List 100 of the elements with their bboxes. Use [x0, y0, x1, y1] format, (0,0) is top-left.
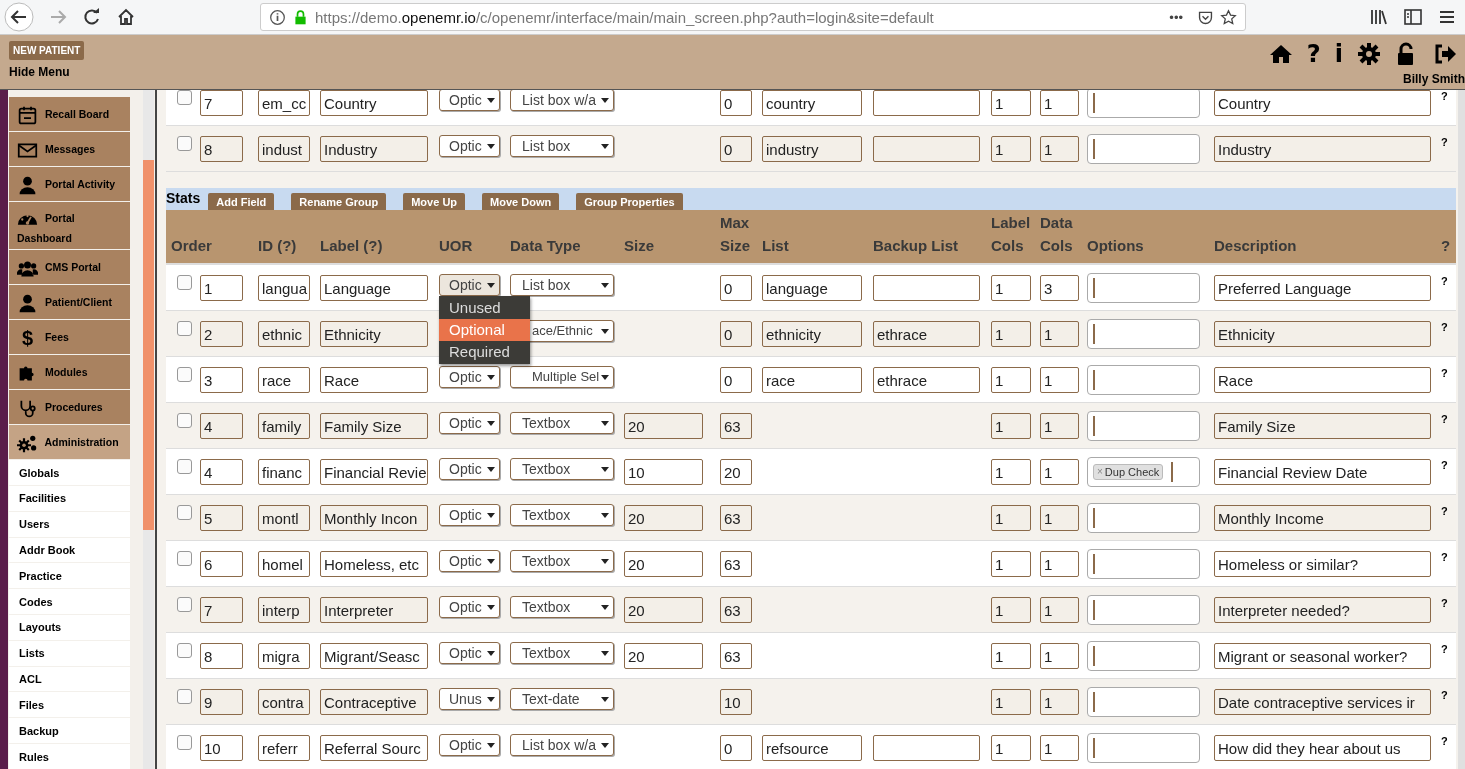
- id-field[interactable]: ethnic: [258, 320, 310, 347]
- max-size-field[interactable]: 0: [720, 320, 752, 347]
- data-type-select[interactable]: List box w/a: [510, 90, 614, 111]
- back-icon[interactable]: [4, 2, 34, 32]
- more-button[interactable]: •••: [1169, 9, 1183, 25]
- size-field[interactable]: 20: [624, 412, 703, 439]
- help-link[interactable]: ?: [1441, 505, 1448, 517]
- options-field[interactable]: [1087, 410, 1200, 441]
- max-size-field[interactable]: 63: [720, 412, 752, 439]
- description-field[interactable]: Family Size: [1214, 412, 1431, 439]
- submenu-item[interactable]: Files: [9, 692, 130, 718]
- hide-menu-link[interactable]: Hide Menu: [9, 65, 70, 79]
- options-field[interactable]: [1087, 502, 1200, 533]
- backup-list-field[interactable]: [873, 135, 980, 162]
- label-field[interactable]: Family Size: [320, 412, 428, 439]
- data-cols-field[interactable]: 1: [1040, 90, 1079, 116]
- size-field[interactable]: 20: [624, 550, 703, 577]
- id-field[interactable]: financ: [258, 458, 310, 485]
- checkbox[interactable]: [177, 367, 192, 382]
- data-type-select[interactable]: Multiple Sel: [510, 365, 614, 388]
- description-field[interactable]: Country: [1214, 90, 1431, 116]
- label-field[interactable]: Migrant/Seasc: [320, 642, 428, 669]
- data-cols-field[interactable]: 1: [1040, 320, 1079, 347]
- checkbox[interactable]: [177, 643, 192, 658]
- checkbox[interactable]: [177, 597, 192, 612]
- reload-icon[interactable]: [82, 7, 102, 27]
- checkbox[interactable]: [177, 459, 192, 474]
- address-bar[interactable]: https://demo.openemr.io/c/openemr/interface/main/main_screen.php?auth=login&site=default •••: [260, 3, 1246, 31]
- description-field[interactable]: Homeless or similar?: [1214, 550, 1431, 577]
- checkbox[interactable]: [177, 413, 192, 428]
- data-type-select[interactable]: Textbox: [510, 595, 614, 618]
- order-field[interactable]: 2: [200, 320, 243, 347]
- help-link[interactable]: ?: [1441, 367, 1448, 379]
- label-field[interactable]: Country: [320, 90, 428, 116]
- data-cols-field[interactable]: 1: [1040, 642, 1079, 669]
- menu-item[interactable]: Patient/Client: [9, 285, 130, 320]
- options-field[interactable]: × Dup Check: [1087, 456, 1200, 487]
- description-field[interactable]: Interpreter needed?: [1214, 596, 1431, 623]
- menu-item[interactable]: Portal Dashboard: [9, 202, 130, 250]
- data-cols-field[interactable]: 1: [1040, 688, 1079, 715]
- id-field[interactable]: race: [258, 366, 310, 393]
- max-size-field[interactable]: 63: [720, 642, 752, 669]
- id-field[interactable]: indust: [258, 135, 310, 162]
- data-cols-field[interactable]: 1: [1040, 596, 1079, 623]
- options-field[interactable]: [1087, 594, 1200, 625]
- label-field[interactable]: Financial Revie: [320, 458, 428, 485]
- info-icon[interactable]: i: [1334, 42, 1343, 66]
- settings-icon[interactable]: [1357, 42, 1381, 66]
- submenu-item[interactable]: ACL: [9, 666, 130, 692]
- menu-option[interactable]: Unused: [439, 297, 530, 319]
- max-size-field[interactable]: 0: [720, 366, 752, 393]
- data-cols-field[interactable]: 1: [1040, 135, 1079, 162]
- checkbox[interactable]: [177, 321, 192, 336]
- order-field[interactable]: 8: [200, 642, 243, 669]
- uor-select[interactable]: Optic: [439, 273, 500, 296]
- checkbox[interactable]: [177, 735, 192, 750]
- description-field[interactable]: Ethnicity: [1214, 320, 1431, 347]
- options-field[interactable]: [1087, 272, 1200, 303]
- order-field[interactable]: 7: [200, 90, 243, 116]
- max-size-field[interactable]: 0: [720, 274, 752, 301]
- id-field[interactable]: langua: [258, 274, 310, 301]
- backup-list-field[interactable]: ethrace: [873, 366, 980, 393]
- description-field[interactable]: Race: [1214, 366, 1431, 393]
- group-button[interactable]: Add Field: [208, 193, 275, 210]
- data-cols-field[interactable]: 1: [1040, 504, 1079, 531]
- checkbox[interactable]: [177, 275, 192, 290]
- label-field[interactable]: Language: [320, 274, 428, 301]
- menu-item[interactable]: Modules: [9, 355, 130, 390]
- uor-select[interactable]: Optic: [439, 733, 500, 756]
- backup-list-field[interactable]: [873, 274, 980, 301]
- menu-item[interactable]: CMS Portal: [9, 250, 130, 285]
- label-field[interactable]: Industry: [320, 135, 428, 162]
- help-link[interactable]: ?: [1441, 643, 1448, 655]
- description-field[interactable]: How did they hear about us: [1214, 734, 1431, 761]
- id-field[interactable]: homel: [258, 550, 310, 577]
- id-field[interactable]: family: [258, 412, 310, 439]
- menu-item[interactable]: Messages: [9, 132, 130, 166]
- data-type-select[interactable]: Textbox: [510, 411, 614, 434]
- label-field[interactable]: Monthly Incon: [320, 504, 428, 531]
- options-field[interactable]: [1087, 732, 1200, 763]
- id-field[interactable]: em_cc: [258, 90, 310, 116]
- home-icon[interactable]: [116, 7, 136, 27]
- group-button[interactable]: Rename Group: [291, 193, 387, 210]
- help-link[interactable]: ?: [1441, 597, 1448, 609]
- submenu-item[interactable]: Users: [9, 511, 130, 537]
- group-button[interactable]: Group Properties: [576, 193, 683, 210]
- order-field[interactable]: 1: [200, 274, 243, 301]
- id-field[interactable]: contra: [258, 688, 310, 715]
- max-size-field[interactable]: 10: [720, 688, 752, 715]
- user-name[interactable]: Billy Smith: [1403, 72, 1465, 86]
- uor-select[interactable]: Optic: [439, 503, 500, 526]
- label-cols-field[interactable]: 1: [991, 734, 1031, 761]
- help-link[interactable]: ?: [1441, 735, 1448, 747]
- data-cols-field[interactable]: 3: [1040, 274, 1079, 301]
- label-field[interactable]: Contraceptive: [320, 688, 428, 715]
- menu-item[interactable]: Portal Activity: [9, 167, 130, 201]
- uor-select[interactable]: Optic: [439, 365, 500, 388]
- options-field[interactable]: [1087, 133, 1200, 164]
- list-field[interactable]: refsource: [762, 734, 862, 761]
- label-field[interactable]: Race: [320, 366, 428, 393]
